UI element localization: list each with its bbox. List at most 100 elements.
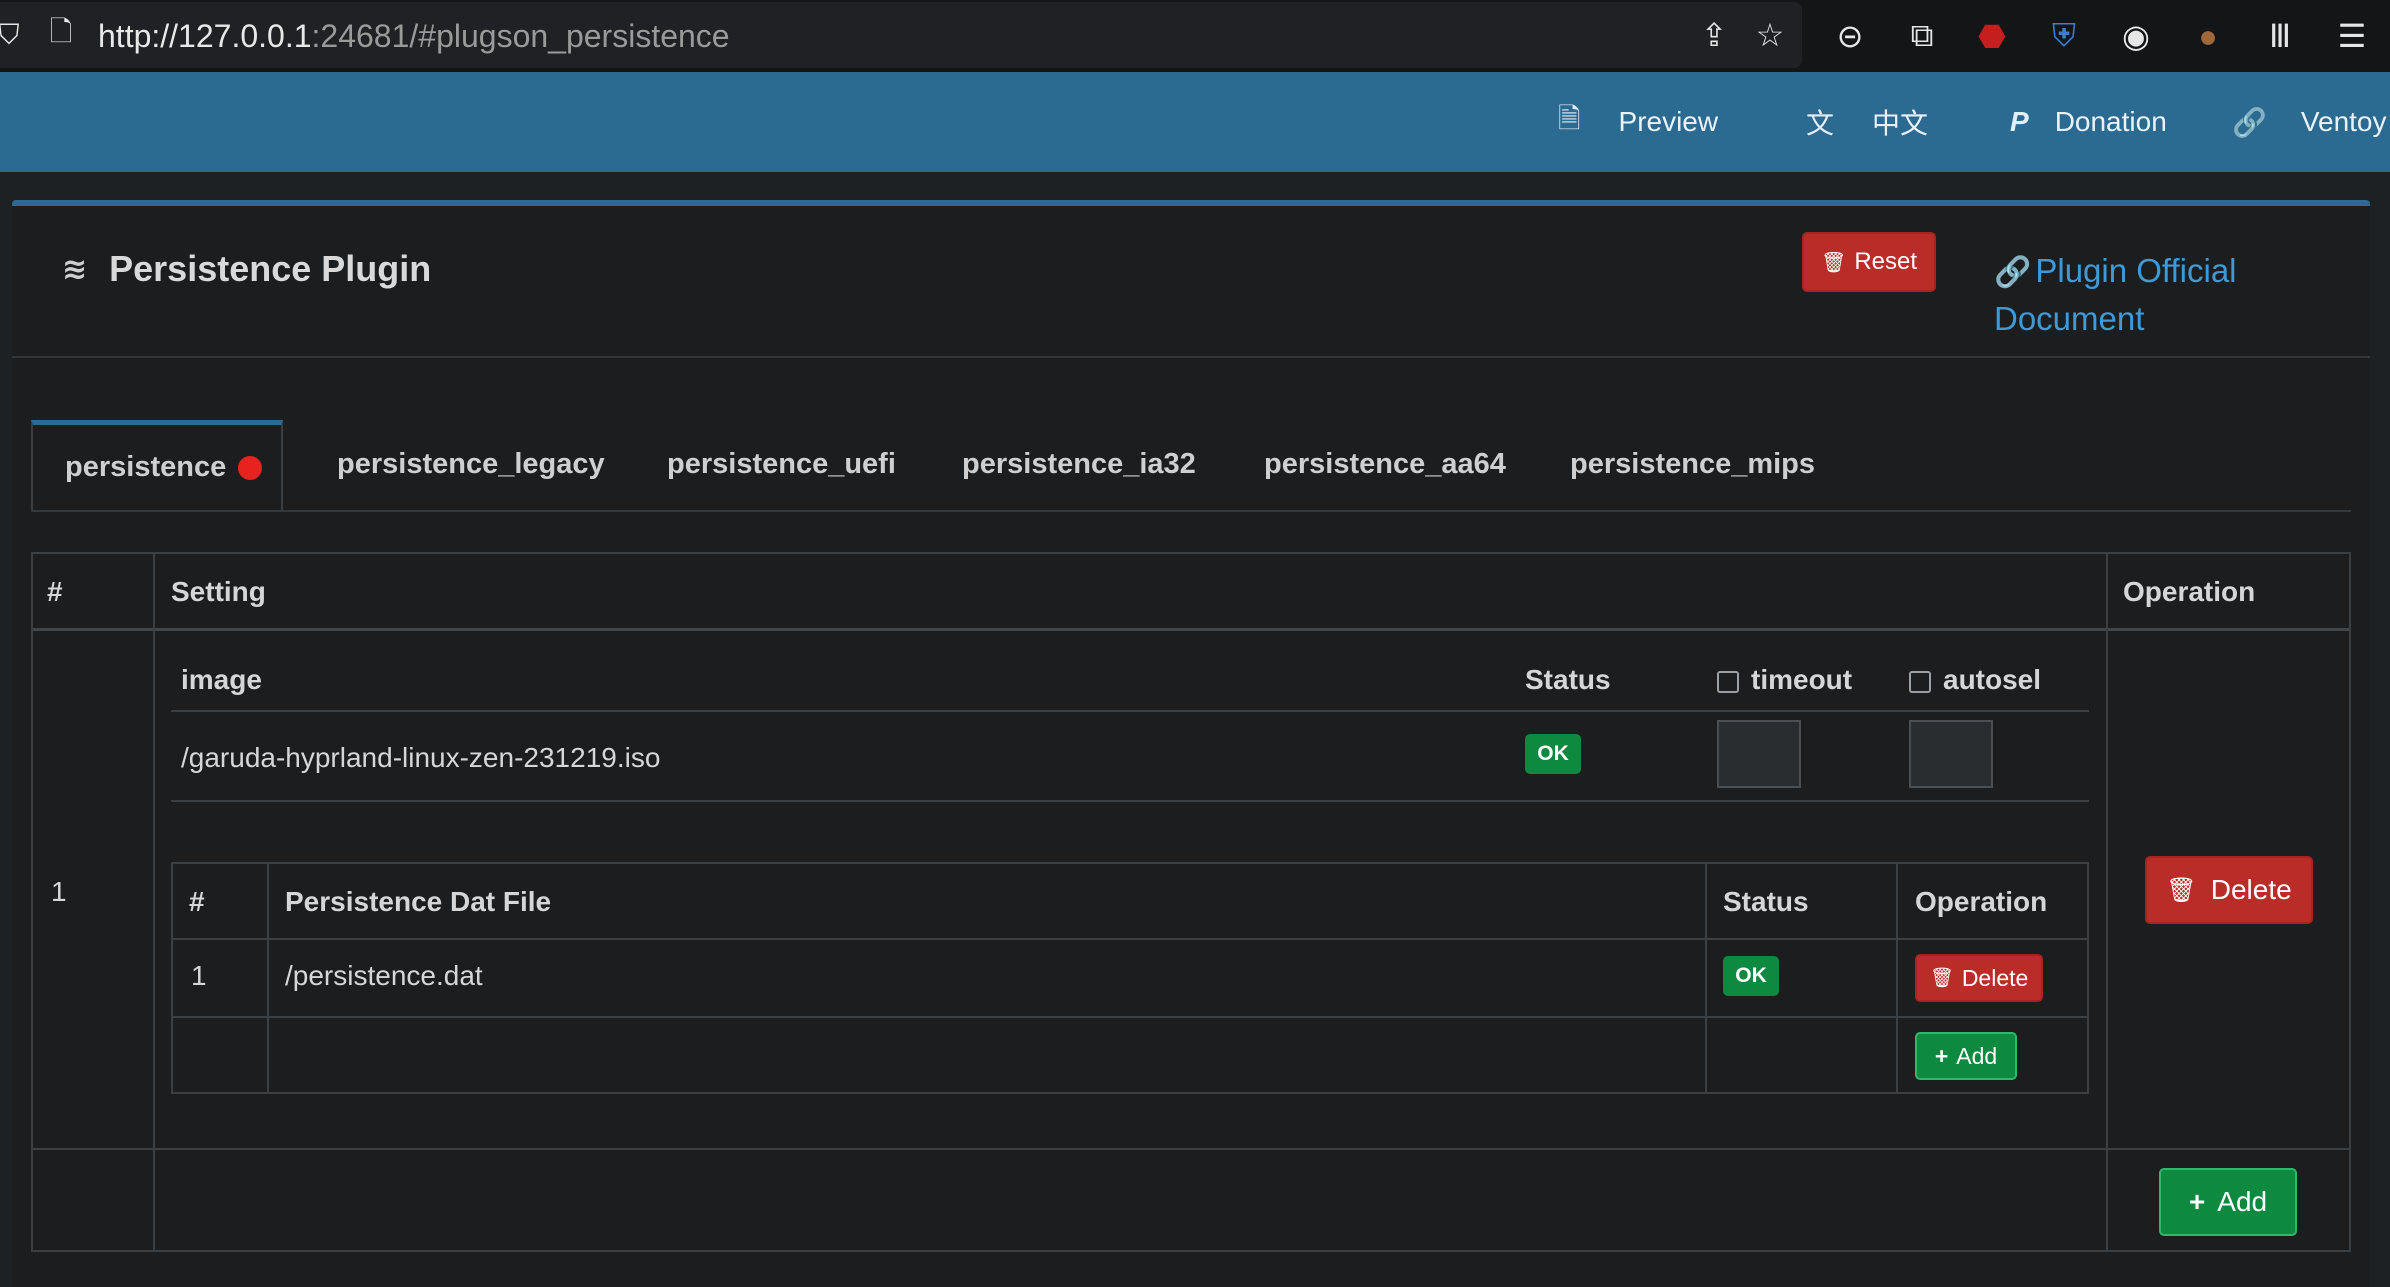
trash-icon: 🗑 [2166, 876, 2197, 904]
tab-persistence-uefi[interactable]: persistence_uefi [667, 420, 896, 508]
col-header-setting: Setting [171, 576, 266, 607]
extension-sync-icon[interactable]: ⊝ [1832, 16, 1868, 56]
row-delete-button[interactable]: 🗑 Delete [2145, 856, 2313, 924]
link-icon: 🔗 [1994, 256, 2032, 289]
add-row-button[interactable]: + Add [2159, 1168, 2297, 1236]
col-header-operation: Operation [2123, 576, 2256, 607]
dat-status-badge: OK [1723, 956, 1779, 996]
dat-header-operation: Operation [1915, 886, 2048, 917]
nav-donation[interactable]: P Donation [2010, 72, 2167, 172]
dat-header-status: Status [1723, 886, 1809, 917]
autosel-checkbox[interactable] [1909, 670, 1931, 693]
tab-persistence-label: persistence [65, 451, 227, 483]
col-divider [267, 864, 269, 1092]
col-header-num: # [47, 576, 63, 607]
tab-persistence-legacy[interactable]: persistence_legacy [337, 420, 605, 508]
app-navbar: 🗎 Preview 文 中文 P Donation 🔗 Ventoy [0, 72, 2390, 172]
nav-language-label: 中文 [1872, 108, 1929, 139]
image-status-badge: OK [1525, 734, 1581, 774]
nav-donation-label: Donation [2054, 106, 2167, 137]
tab-label: persistence_mips [1570, 447, 1816, 480]
dat-header-file: Persistence Dat File [285, 886, 552, 917]
col-divider [153, 554, 155, 1250]
bitwarden-icon[interactable]: ⛨ [2046, 16, 2082, 56]
plus-icon: + [1934, 1042, 1949, 1069]
dat-add-button[interactable]: + Add [1915, 1032, 2017, 1080]
tab-label: persistence_ia32 [962, 447, 1196, 480]
url-bar[interactable]: ⛉ 🗋 http://127.0.0.1:24681/#plugson_pers… [0, 2, 1802, 68]
col-divider [2106, 554, 2108, 1250]
row-delete-label: Delete [2210, 874, 2292, 905]
tab-label: persistence_aa64 [1264, 447, 1506, 480]
reset-button[interactable]: 🗑 Reset [1802, 232, 1936, 292]
privacy-badger-icon[interactable]: ◉ [2118, 16, 2154, 56]
reset-button-label: Reset [1854, 248, 1918, 275]
ublock-icon[interactable]: ⬣ [1974, 16, 2010, 56]
page-title: ≋ Persistence Plugin [62, 248, 431, 290]
autosel-label: autosel [1943, 664, 2042, 695]
header-divider [33, 628, 2349, 631]
nav-preview-label: Preview [1618, 106, 1719, 137]
link-icon: 🔗 [2232, 106, 2267, 138]
image-row-divider [171, 800, 2089, 802]
status-header: Status [1525, 664, 1611, 695]
row-divider [173, 1016, 2087, 1018]
languagetool-icon[interactable]: Ⅲ [2262, 16, 2298, 56]
autosel-input[interactable] [1909, 720, 1993, 788]
autosel-header[interactable]: autosel [1909, 664, 2041, 696]
database-icon: ≋ [62, 252, 88, 286]
image-header: image [181, 664, 262, 695]
dat-file-path: /persistence.dat [285, 960, 483, 991]
add-row-label: Add [2217, 1186, 2268, 1217]
trash-icon: 🗑 [1929, 968, 1954, 989]
shield-icon[interactable]: ⛉ [0, 18, 24, 52]
timeout-checkbox[interactable] [1717, 670, 1739, 693]
dat-add-label: Add [1956, 1042, 1998, 1069]
row-divider [173, 938, 2087, 940]
modified-dot [238, 455, 263, 480]
tab-persistence[interactable]: persistence [31, 420, 283, 510]
translate-icon: 文 [1806, 108, 1835, 139]
timeout-header[interactable]: timeout [1717, 664, 1852, 696]
timeout-label: timeout [1751, 664, 1853, 695]
nav-preview[interactable]: 🗎 Preview [1558, 72, 1718, 172]
dat-delete-button[interactable]: 🗑 Delete [1915, 954, 2043, 1002]
dat-row-num: 1 [191, 960, 207, 991]
dat-file-table: # Persistence Dat File Status Operation … [171, 862, 2089, 1094]
code-file-icon: 🗎 [1558, 103, 1581, 134]
page-title-text: Persistence Plugin [109, 248, 432, 289]
plugin-panel: ≋ Persistence Plugin 🗑 Reset 🔗 Plugin Off… [12, 200, 2370, 1287]
dat-header-num: # [189, 886, 205, 917]
page-icon: 🗋 [49, 16, 73, 47]
image-path: /garuda-hyprland-linux-zen-231219.iso [181, 742, 661, 773]
row-number: 1 [51, 876, 67, 907]
plugin-doc-link[interactable]: 🔗 Plugin Official Document [1994, 248, 2324, 342]
tab-bar: persistence persistence_legacy persisten… [31, 420, 2351, 512]
col-divider [1896, 864, 1898, 1092]
tab-persistence-aa64[interactable]: persistence_aa64 [1264, 420, 1506, 508]
dat-delete-label: Delete [1961, 964, 2029, 991]
bookmark-star-icon[interactable]: ☆ [1752, 16, 1788, 54]
cookie-icon[interactable]: ● [2190, 16, 2226, 56]
menu-hamburger-icon[interactable]: ☰ [2334, 16, 2370, 56]
paypal-icon: P [2010, 106, 2029, 137]
row-divider [33, 1148, 2349, 1150]
tab-persistence-ia32[interactable]: persistence_ia32 [962, 420, 1196, 508]
image-header-divider [171, 710, 2089, 712]
plus-icon: + [2188, 1186, 2206, 1217]
trash-icon: 🗑 [1820, 251, 1847, 274]
share-icon[interactable]: ⇪ [1696, 16, 1732, 54]
nav-ventoy[interactable]: 🔗 Ventoy [2232, 72, 2387, 172]
nav-language[interactable]: 文 中文 [1806, 72, 1928, 172]
url-text[interactable]: http://127.0.0.1:24681/#plugson_persiste… [98, 18, 730, 55]
extensions-puzzle-icon[interactable]: ⧉ [1904, 16, 1940, 56]
tab-label: persistence_legacy [337, 447, 605, 480]
panel-header: ≋ Persistence Plugin 🗑 Reset 🔗 Plugin Off… [12, 206, 2370, 358]
timeout-input[interactable] [1717, 720, 1801, 788]
main-table: # Setting Operation 1 image Status timeo… [31, 552, 2351, 1252]
tab-label: persistence_uefi [667, 447, 896, 480]
nav-ventoy-label: Ventoy [2300, 106, 2387, 137]
browser-toolbar: ⛉ 🗋 http://127.0.0.1:24681/#plugson_pers… [0, 0, 2390, 72]
tab-persistence-mips[interactable]: persistence_mips [1570, 420, 1815, 508]
col-divider [1705, 864, 1707, 1092]
